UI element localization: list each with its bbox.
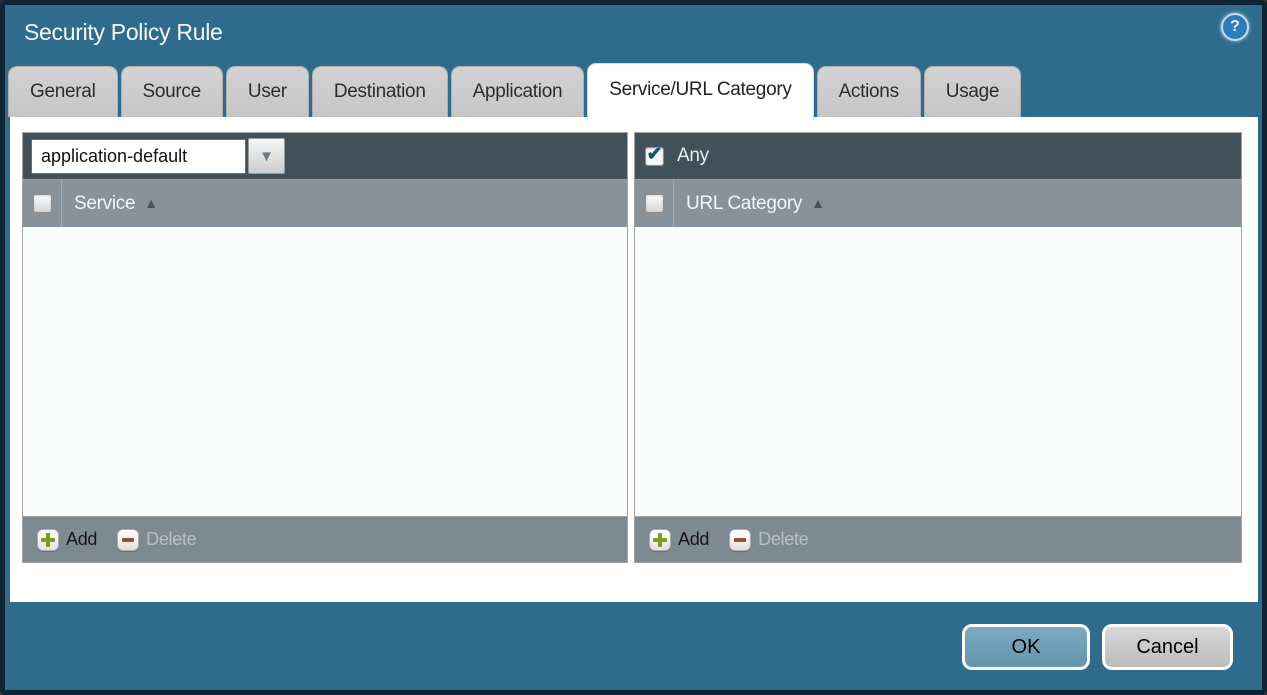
url-category-column-header[interactable]: URL Category ▲ [674,180,825,227]
service-panel-footer: Add Delete [23,516,627,562]
url-category-column-header-row: URL Category ▲ [635,179,1241,227]
service-add-button[interactable]: Add [37,529,97,551]
tab-label: Destination [334,81,426,103]
tab-usage[interactable]: Usage [924,66,1021,117]
url-category-select-all-checkbox[interactable] [645,194,664,213]
url-any-row: ✔ Any [643,145,709,167]
url-category-panel-footer: Add Delete [635,516,1241,562]
service-column-header-label: Service [74,193,135,215]
tab-label: Service/URL Category [609,79,791,101]
add-plus-icon [649,529,671,551]
service-panel: ▼ Service ▲ [22,132,628,563]
service-select-all-checkbox[interactable] [33,194,52,213]
url-any-label: Any [677,145,709,167]
url-any-checkbox[interactable]: ✔ [645,147,664,166]
tab-source[interactable]: Source [121,66,223,117]
service-type-dropdown-input[interactable] [31,139,246,174]
delete-minus-icon [117,529,139,551]
add-plus-icon [37,529,59,551]
url-category-panel-topbar: ✔ Any [635,133,1241,179]
cancel-button[interactable]: Cancel [1102,624,1233,670]
tab-service-url-category[interactable]: Service/URL Category [587,63,813,121]
service-type-dropdown[interactable]: ▼ [31,138,285,174]
url-category-panel: ✔ Any URL Category ▲ [634,132,1242,563]
service-column-header[interactable]: Service ▲ [62,180,158,227]
checkmark-icon: ✔ [647,145,663,164]
help-icon[interactable]: ? [1221,13,1249,41]
tab-label: Application [473,81,563,103]
delete-button-label: Delete [758,529,808,550]
service-select-all-cell [23,180,62,227]
service-table-body [23,227,627,516]
tab-label: User [248,81,287,103]
tab-user[interactable]: User [226,66,309,117]
security-policy-rule-dialog: Security Policy Rule ? General Source Us… [0,0,1267,695]
tab-label: General [30,81,96,103]
cancel-button-label: Cancel [1136,636,1198,659]
tab-application[interactable]: Application [451,66,585,117]
add-button-label: Add [678,529,709,550]
service-delete-button[interactable]: Delete [117,529,196,551]
service-panel-topbar: ▼ [23,133,627,179]
sort-ascending-icon: ▲ [144,195,158,211]
url-category-column-header-label: URL Category [686,193,802,215]
tab-actions[interactable]: Actions [817,66,921,117]
url-category-select-all-cell [635,180,674,227]
url-category-table-body [635,227,1241,516]
tab-general[interactable]: General [8,66,118,117]
tab-label: Source [143,81,201,103]
dialog-surface: Security Policy Rule ? General Source Us… [5,5,1262,690]
url-category-add-button[interactable]: Add [649,529,709,551]
service-column-header-row: Service ▲ [23,179,627,227]
dialog-title: Security Policy Rule [24,19,223,46]
delete-minus-icon [729,529,751,551]
tab-destination[interactable]: Destination [312,66,448,117]
sort-ascending-icon: ▲ [811,195,825,211]
add-button-label: Add [66,529,97,550]
tab-label: Usage [946,81,999,103]
ok-button[interactable]: OK [962,624,1090,670]
url-category-delete-button[interactable]: Delete [729,529,808,551]
chevron-down-icon: ▼ [259,148,274,165]
tab-content: ▼ Service ▲ [10,117,1258,602]
help-icon-glyph: ? [1230,18,1240,36]
service-type-dropdown-button[interactable]: ▼ [248,138,285,174]
delete-button-label: Delete [146,529,196,550]
tab-bar: General Source User Destination Applicat… [8,63,1021,121]
tab-label: Actions [839,81,899,103]
ok-button-label: OK [1012,636,1041,659]
